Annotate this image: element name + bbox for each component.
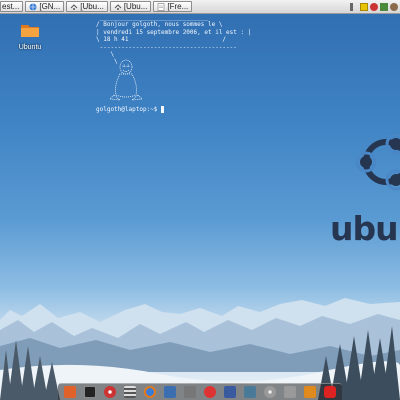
task-label: [Fre... (167, 2, 189, 11)
task-button-4[interactable]: [Ubu... (109, 1, 152, 12)
task-button-3[interactable]: [Ubu... (66, 1, 108, 12)
task-label: [Ubu... (123, 2, 148, 11)
ubuntu-wordmark: ubun (330, 209, 400, 248)
system-tray (350, 2, 400, 11)
network-tray-icon[interactable] (380, 2, 388, 11)
network-icon (70, 3, 78, 10)
task-button-5[interactable]: [Fre... (153, 1, 193, 12)
terminal-prompt: golgoth@laptop:~$ (96, 106, 165, 113)
ubuntu-icon[interactable] (224, 386, 236, 398)
bottom-dock (58, 383, 342, 400)
document-icon (158, 2, 165, 11)
notes-icon[interactable] (360, 2, 368, 11)
power-icon[interactable] (370, 2, 378, 11)
task-label: [GN... (39, 2, 61, 11)
music-icon[interactable] (304, 386, 316, 398)
globe-icon (29, 3, 37, 10)
ubuntu-logo-icon (355, 133, 400, 191)
tux-ascii-icon (109, 59, 143, 101)
task-label: [Ubu... (80, 2, 104, 11)
user-icon[interactable] (390, 2, 398, 11)
text-cursor (161, 106, 165, 113)
prompt-text: golgoth@laptop:~$ (96, 106, 162, 113)
power-icon[interactable] (324, 386, 336, 398)
list-icon[interactable] (124, 386, 136, 398)
trash-icon[interactable] (284, 386, 296, 398)
speaker-icon[interactable] (350, 2, 358, 11)
top-taskbar: est... [GN... [Ubu... [Ubu... [Fre... (0, 0, 400, 14)
pen-icon[interactable] (184, 386, 196, 398)
task-button-1[interactable]: est... (0, 1, 24, 12)
network-icon[interactable] (244, 386, 256, 398)
cd-icon[interactable] (104, 386, 116, 398)
dvd-icon[interactable] (264, 386, 276, 398)
firefox-icon[interactable] (144, 386, 156, 398)
folder-icon (21, 25, 39, 37)
task-label: est... (2, 2, 20, 11)
mail-icon[interactable] (204, 386, 216, 398)
network-icon (114, 3, 122, 10)
shield-icon[interactable] (164, 386, 176, 398)
terminal-icon[interactable] (84, 386, 96, 398)
desktop-icon-label: Ubuntu (18, 44, 42, 51)
flame-icon[interactable] (64, 386, 76, 398)
desktop-icon-ubuntu[interactable]: Ubuntu (12, 22, 48, 51)
task-button-2[interactable]: [GN... (25, 1, 65, 12)
